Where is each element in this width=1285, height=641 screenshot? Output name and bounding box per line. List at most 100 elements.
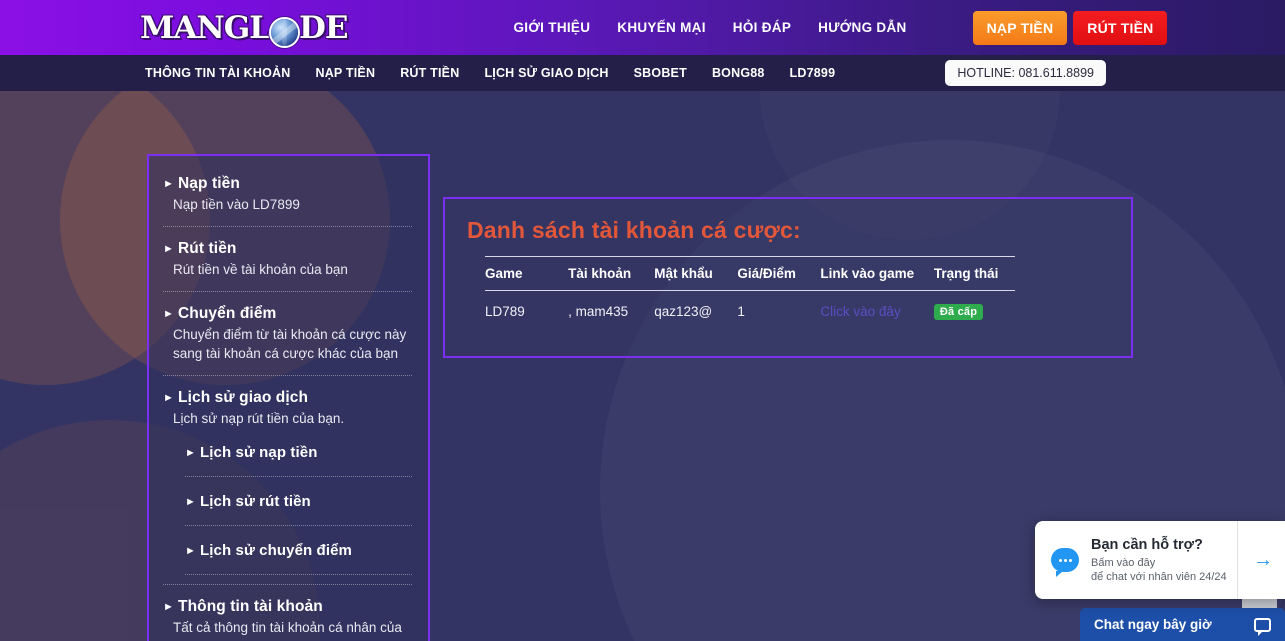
sidebar-subitem-lich-su-nap-tien[interactable]: ► Lịch sử nạp tiền xyxy=(185,437,412,472)
dot-icon xyxy=(1063,558,1067,562)
chat-support-card[interactable]: Bạn cần hỗ trợ? Bấm vào đây để chat với … xyxy=(1035,521,1285,599)
sidebar-item-rut-tien[interactable]: ► Rút tiền Rút tiền về tài khoản của bạn xyxy=(163,235,412,288)
subnav-item-thong-tin-tai-khoan[interactable]: THÔNG TIN TÀI KHOẢN xyxy=(145,66,290,80)
triangle-right-icon: ► xyxy=(185,496,196,508)
column-header-password: Mật khẩu xyxy=(654,256,738,291)
triangle-right-icon: ► xyxy=(163,308,174,320)
nav-item-hoi-dap[interactable]: HỎI ĐÁP xyxy=(733,20,791,35)
table-header-row: Game Tài khoản Mật khẩu Giá/Điểm Link và… xyxy=(485,256,1015,291)
chat-card-texts: Bạn cần hỗ trợ? Bấm vào đây để chat với … xyxy=(1091,537,1237,584)
withdraw-button[interactable]: RÚT TIỀN xyxy=(1073,10,1168,45)
dot-icon xyxy=(1058,558,1062,562)
column-header-account: Tài khoản xyxy=(568,256,655,291)
subnav-item-bong88[interactable]: BONG88 xyxy=(712,66,765,80)
sidebar-subitem-lich-su-rut-tien[interactable]: ► Lịch sử rút tiền xyxy=(185,486,412,521)
page-title: Danh sách tài khoản cá cược: xyxy=(467,217,801,243)
sidebar-subitem-label: Lịch sử chuyển điểm xyxy=(200,542,352,559)
sidebar-subitem-label: Lịch sử rút tiền xyxy=(200,493,311,510)
column-header-status: Trạng thái xyxy=(933,256,1015,291)
globe-icon xyxy=(270,19,298,46)
sidebar-divider xyxy=(163,291,412,292)
sidebar-item-label: Chuyển điểm xyxy=(178,305,277,322)
table-body: LD789 , mam435 qaz123@ 1 Click vào đây Đ… xyxy=(485,291,1015,333)
sidebar-item-desc: Tất cả thông tin tài khoản cá nhân của b… xyxy=(173,620,402,641)
chat-card-line2: để chat với nhân viên 24/24 xyxy=(1091,570,1227,583)
sidebar-submenu: ► Lịch sử nạp tiền ► Lịch sử rút tiền ► Lịc… xyxy=(163,437,412,575)
nav-item-gioi-thieu[interactable]: GIỚI THIỆU xyxy=(514,20,591,35)
logo-text-right: DE xyxy=(298,9,349,46)
sidebar-item-lich-su-giao-dich[interactable]: ► Lịch sử giao dịch Lịch sử nạp rút tiền … xyxy=(163,384,412,437)
sidebar-item-label: Rút tiền xyxy=(178,240,237,257)
subnav-item-lich-su-giao-dich[interactable]: LỊCH SỬ GIAO DỊCH xyxy=(484,66,608,80)
cell-game: LD789 xyxy=(485,304,525,319)
sidebar-menu: ► Nạp tiền Nạp tiền vào LD7899 ► Rút tiền … xyxy=(147,154,430,641)
sidebar-item-title: ► Thông tin tài khoản xyxy=(163,598,412,616)
top-header-bar: MANGL DE GIỚI THIỆU KHUYẾN MẠI HỎI ĐÁP HƯ… xyxy=(0,0,1285,55)
chat-now-label: Chat ngay bây giờ xyxy=(1094,617,1212,632)
arrow-right-icon[interactable]: → xyxy=(1237,521,1277,599)
secondary-nav: THÔNG TIN TÀI KHOẢN NẠP TIỀN RÚT TIỀN LỊ… xyxy=(145,66,835,80)
subnav-item-sbobet[interactable]: SBOBET xyxy=(634,66,687,80)
status-badge: Đã cấp xyxy=(933,304,984,320)
primary-nav: GIỚI THIỆU KHUYẾN MẠI HỎI ĐÁP HƯỚNG DẪN xyxy=(514,20,907,35)
cell-account: , mam435 xyxy=(568,304,629,319)
sidebar-item-desc: Lịch sử nạp rút tiền của bạn. xyxy=(173,411,345,426)
subnav-item-rut-tien[interactable]: RÚT TIỀN xyxy=(400,66,459,80)
sidebar-divider xyxy=(185,574,412,575)
column-header-price: Giá/Điểm xyxy=(737,256,821,291)
site-logo[interactable]: MANGL DE xyxy=(140,8,348,48)
sidebar-item-label: Thông tin tài khoản xyxy=(178,598,323,615)
triangle-right-icon: ► xyxy=(185,447,196,459)
sidebar-subitem-title: ► Lịch sử rút tiền xyxy=(185,491,412,510)
table-row: LD789 , mam435 qaz123@ 1 Click vào đây Đ… xyxy=(485,291,1015,333)
cell-password: qaz123@ xyxy=(654,304,713,319)
page-root: MANGL DE GIỚI THIỆU KHUYẾN MẠI HỎI ĐÁP HƯ… xyxy=(0,0,1285,641)
betting-accounts-table: Game Tài khoản Mật khẩu Giá/Điểm Link và… xyxy=(485,256,1015,332)
logo-text-left: MANGL xyxy=(140,9,271,46)
triangle-right-icon: ► xyxy=(163,392,174,404)
dot-icon xyxy=(1068,558,1072,562)
triangle-right-icon: ► xyxy=(163,178,174,190)
column-header-game: Game xyxy=(485,256,569,291)
column-header-link: Link vào game xyxy=(820,256,934,291)
deposit-button[interactable]: NẠP TIỀN xyxy=(972,10,1068,45)
subnav-item-nap-tien[interactable]: NẠP TIỀN xyxy=(315,66,375,80)
table-header: Game Tài khoản Mật khẩu Giá/Điểm Link và… xyxy=(485,256,1015,291)
sidebar-item-label: Nạp tiền xyxy=(178,175,240,192)
sidebar-subitem-title: ► Lịch sử chuyển điểm xyxy=(185,540,412,559)
sidebar-subitem-label: Lịch sử nạp tiền xyxy=(200,444,318,461)
chat-card-line1: Bấm vào đây xyxy=(1091,556,1156,569)
sidebar-item-title: ► Chuyển điểm xyxy=(163,305,412,323)
chat-card-title: Bạn cần hỗ trợ? xyxy=(1091,536,1203,553)
sidebar-item-label: Lịch sử giao dịch xyxy=(178,389,309,406)
triangle-right-icon: ► xyxy=(163,601,174,613)
sidebar-item-thong-tin-tai-khoan[interactable]: ► Thông tin tài khoản Tất cả thông tin tà… xyxy=(163,593,412,641)
cell-link: Click vào đây xyxy=(820,291,933,333)
betting-accounts-panel: Danh sách tài khoản cá cược: Game Tài kh… xyxy=(443,197,1133,358)
enter-game-link[interactable]: Click vào đây xyxy=(820,304,900,319)
sidebar-divider xyxy=(163,375,412,376)
cell-price: 1 xyxy=(737,304,745,319)
hotline-badge[interactable]: HOTLINE: 081.611.8899 xyxy=(945,60,1106,86)
sidebar-item-title: ► Lịch sử giao dịch xyxy=(163,389,412,407)
nav-item-khuyen-mai[interactable]: KHUYẾN MẠI xyxy=(617,20,706,35)
cell-status: Đã cấp xyxy=(933,291,1015,333)
sidebar-item-desc: Nạp tiền vào LD7899 xyxy=(173,197,300,212)
chat-icon xyxy=(1254,617,1271,636)
sidebar-item-title: ► Rút tiền xyxy=(163,240,412,258)
sidebar-item-desc: Chuyển điểm từ tài khoản cá cược này san… xyxy=(173,327,407,361)
sidebar-divider xyxy=(185,525,412,526)
subnav-item-ld7899[interactable]: LD7899 xyxy=(790,66,836,80)
triangle-right-icon: ► xyxy=(163,243,174,255)
sidebar-divider xyxy=(185,476,412,477)
sidebar-item-chuyen-diem[interactable]: ► Chuyển điểm Chuyển điểm từ tài khoản cá… xyxy=(163,300,412,372)
sidebar-divider xyxy=(163,226,412,227)
chat-bubble-icon xyxy=(1051,548,1079,577)
sidebar-item-nap-tien[interactable]: ► Nạp tiền Nạp tiền vào LD7899 xyxy=(163,170,412,223)
secondary-nav-bar: THÔNG TIN TÀI KHOẢN NẠP TIỀN RÚT TIỀN LỊ… xyxy=(0,55,1285,91)
chat-now-bar[interactable]: Chat ngay bây giờ xyxy=(1080,608,1285,641)
header-action-buttons: NẠP TIỀN RÚT TIỀN xyxy=(972,10,1168,45)
nav-item-huong-dan[interactable]: HƯỚNG DẪN xyxy=(818,20,906,35)
sidebar-subitem-title: ► Lịch sử nạp tiền xyxy=(185,442,412,461)
sidebar-subitem-lich-su-chuyen-diem[interactable]: ► Lịch sử chuyển điểm xyxy=(185,535,412,570)
